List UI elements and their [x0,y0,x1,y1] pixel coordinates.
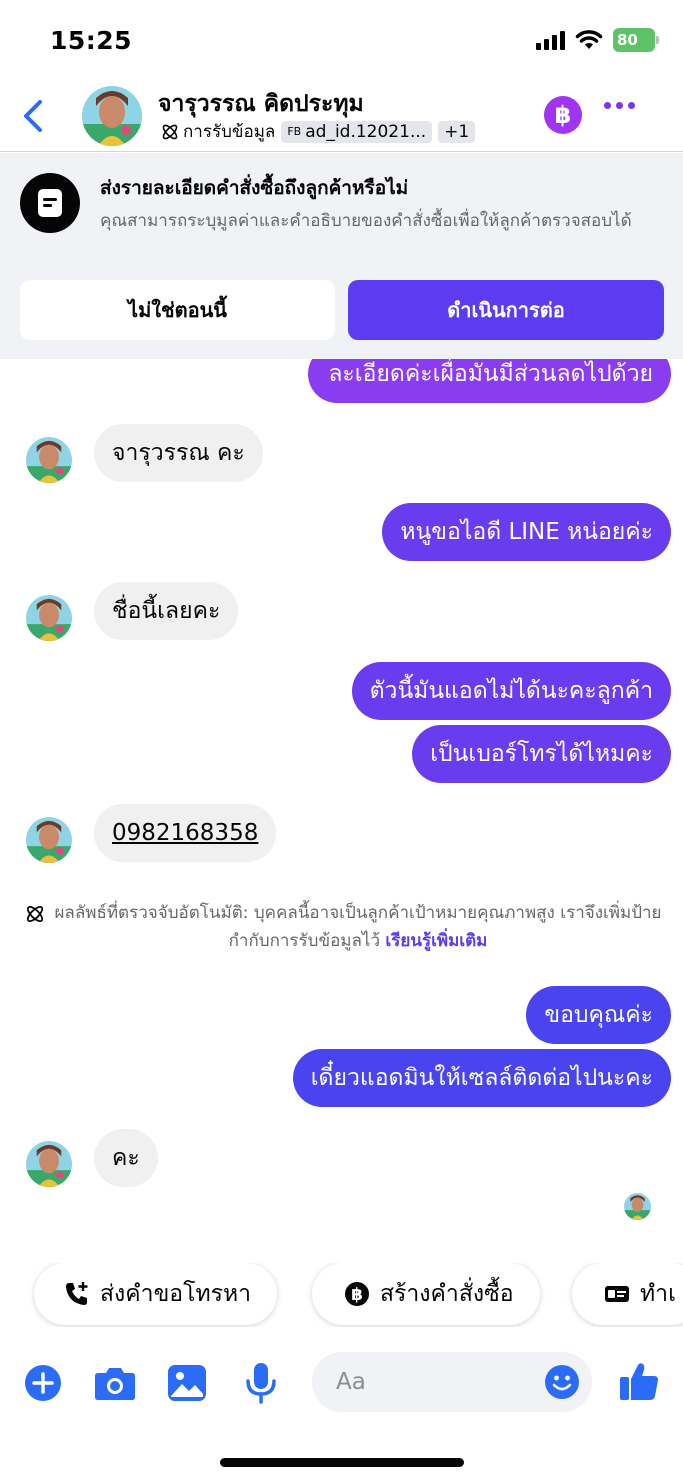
more-options-button[interactable] [604,102,635,109]
message-bubble-outgoing[interactable]: เป็นเบอร์โทรได้ไหมคะ [412,725,671,783]
message-bubble-outgoing[interactable]: ขอบคุณค่ะ [526,986,671,1044]
gallery-button[interactable] [166,1362,208,1404]
message-bubble-incoming[interactable]: คะ [94,1129,158,1187]
baht-icon: ฿ [345,1282,369,1306]
message-bubble-incoming[interactable]: ชื่อนี้เลยคะ [94,582,239,640]
phone-number-link[interactable]: 0982168358 [112,820,258,846]
message-input[interactable]: Aa [312,1352,592,1412]
baht-icon: ฿ [554,101,572,129]
message-bubble-outgoing[interactable]: เดี๋ยวแอดมินให้เซลล์ติดต่อไปนะคะ [292,1049,671,1107]
continue-button[interactable]: ดำเนินการต่อ [348,280,664,340]
camera-button[interactable] [94,1362,136,1404]
ad-id-label: ad_id.12021... [305,121,427,142]
request-call-button[interactable]: ส่งคำขอโทรหา [34,1263,278,1325]
tag-ad-id[interactable]: FB ad_id.12021... [281,120,433,143]
tag-lead-label: การรับข้อมูล [183,122,276,142]
banner-description: คุณสามารถระบุมูลค่าและคำอธิบายของคำสั่งซ… [100,211,632,231]
contact-avatar-small[interactable] [26,1141,72,1187]
status-bar: 15:25 80 [0,0,683,80]
phone-plus-icon [66,1282,88,1305]
atom-icon [26,905,44,923]
smiley-icon [545,1365,579,1399]
back-button[interactable] [16,96,50,136]
message-list: ละเอียดค่ะเผื่อมันมีส่วนลดไปด้วย จารุวรร… [0,359,683,1249]
quick-action-label: สร้างคำสั่งซื้อ [380,1281,514,1307]
message-bubble-incoming[interactable]: จารุวรรณ คะ [94,424,263,482]
message-composer: Aa [0,1350,683,1416]
like-button[interactable] [618,1360,660,1402]
image-icon [168,1365,206,1401]
message-bubble-incoming[interactable]: 0982168358 [94,804,277,862]
contact-name[interactable]: จารุวรรณ คิดประทุม [158,86,364,122]
message-input-placeholder: Aa [336,1369,366,1395]
tag-lead[interactable]: การรับข้อมูล [160,118,275,145]
banner-title: ส่งรายละเอียดคำสั่งซื้อถึงลูกค้าหรือไม่ [100,177,409,199]
document-icon [20,173,80,233]
message-bubble-outgoing[interactable]: ละเอียดค่ะเผื่อมันมีส่วนลดไปด้วย [308,359,671,403]
id-card-icon [605,1286,629,1302]
chat-header: จารุวรรณ คิดประทุม การรับข้อมูล FB ad_id… [0,80,683,152]
thumbs-up-icon [620,1363,658,1400]
contact-tags: การรับข้อมูล FB ad_id.12021... +1 [160,118,476,145]
message-bubble-outgoing[interactable]: ตัวนี้มันแอดไม่ได้นะคะลูกค้า [351,662,671,720]
notice-text: ผลลัพธ์ที่ตรวจจับอัตโนมัติ: บุคคลนี้อาจเ… [54,903,662,951]
voice-button[interactable] [240,1362,282,1404]
quick-action-label: ทำเ [640,1281,676,1307]
atom-icon [162,124,178,139]
camera-icon [95,1368,135,1400]
more-tags[interactable]: +1 [438,120,476,143]
wifi-icon [575,30,603,49]
cellular-signal-icon [536,30,565,50]
not-now-button[interactable]: ไม่ใช่ตอนนี้ [20,280,335,340]
add-button[interactable] [22,1362,64,1404]
create-order-button[interactable]: ฿ สร้างคำสั่งซื้อ [312,1263,540,1325]
emoji-button[interactable] [544,1364,580,1400]
battery-icon: 80 [613,28,659,52]
plus-circle-icon [25,1365,61,1401]
more-action-button[interactable]: ทำเ [572,1263,683,1325]
microphone-icon [246,1363,276,1404]
auto-detect-notice: ผลลัพธ์ที่ตรวจจับอัตโนมัติ: บุคคลนี้อาจเ… [24,899,664,955]
contact-avatar[interactable] [82,86,142,146]
baht-order-button[interactable]: ฿ [544,96,582,134]
status-icons: 80 [536,28,659,52]
quick-actions-bar: ส่งคำขอโทรหา ฿ สร้างคำสั่งซื้อ ทำเ [0,1263,683,1327]
contact-avatar-small[interactable] [26,437,72,483]
message-bubble-outgoing[interactable]: หนูขอไอดี LINE หน่อยค่ะ [382,503,671,561]
learn-more-link[interactable]: เรียนรู้เพิ่มเติม [385,931,487,951]
contact-avatar-small[interactable] [26,817,72,863]
status-time: 15:25 [50,26,133,55]
quick-action-label: ส่งคำขอโทรหา [100,1281,252,1307]
ad-prefix: FB [287,125,302,138]
order-prompt-banner: ส่งรายละเอียดคำสั่งซื้อถึงลูกค้าหรือไม่ … [0,153,683,359]
home-indicator [220,1458,464,1467]
avatar-image [82,86,142,146]
seen-receipt-avatar [624,1193,651,1220]
chevron-left-icon [24,100,42,132]
contact-avatar-small[interactable] [26,595,72,641]
svg-text:฿: ฿ [351,1285,363,1305]
battery-level: 80 [617,31,638,49]
